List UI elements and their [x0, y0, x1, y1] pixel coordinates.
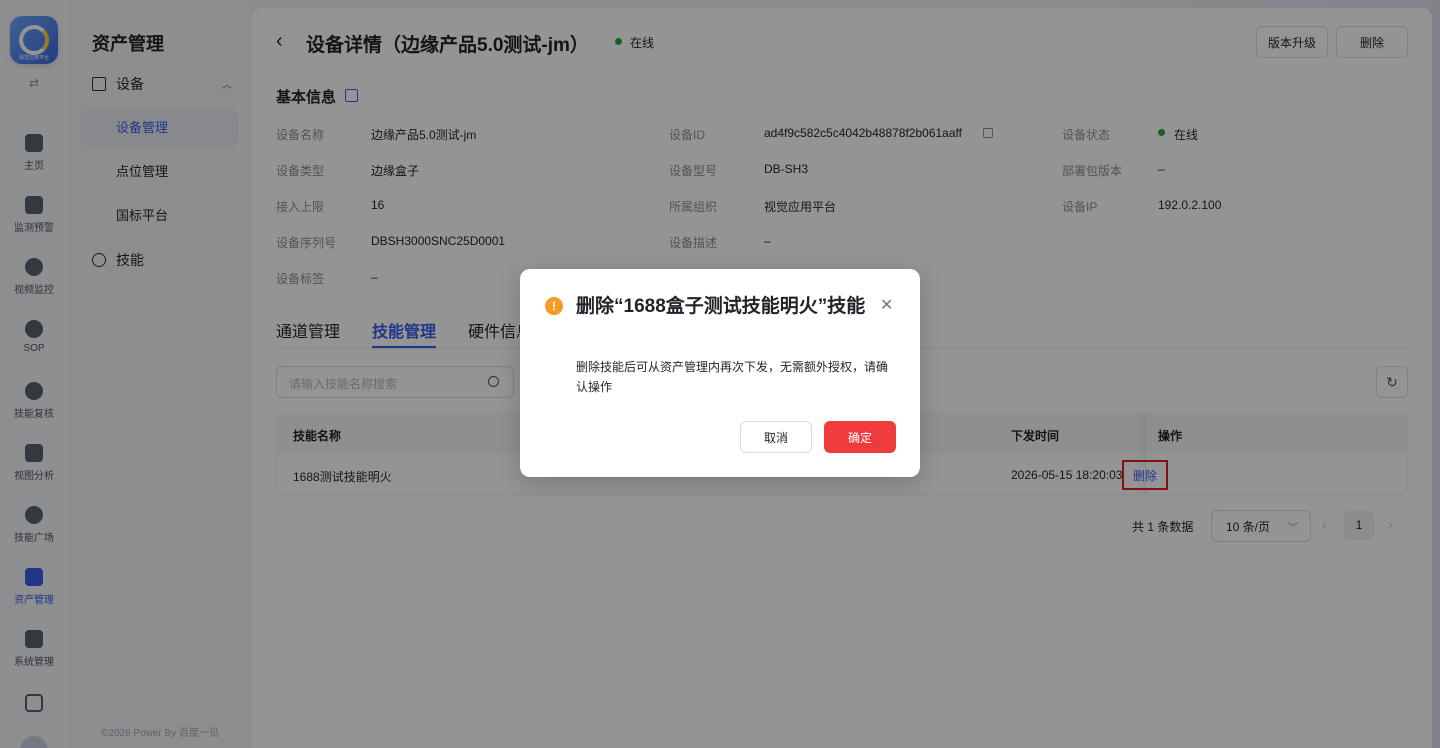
close-icon[interactable]: ✕ [880, 295, 893, 315]
dialog-message: 删除技能后可从资产管理内再次下发，无需额外授权，请确认操作 [576, 360, 889, 394]
app-screen: 视觉应用平台 ⇄ 主页 监测预警 视频监控 SOP 技能复核 视图分析 技能广场… [0, 0, 1440, 748]
dialog-title: 删除“1688盒子测试技能明火”技能 [576, 296, 866, 317]
confirm-button[interactable]: 确定 [824, 421, 896, 453]
warning-icon: ! [545, 297, 563, 315]
delete-confirm-dialog: ! 删除“1688盒子测试技能明火”技能 ✕ 删除技能后可从资产管理内再次下发，… [520, 269, 920, 477]
cancel-button[interactable]: 取消 [740, 421, 812, 453]
